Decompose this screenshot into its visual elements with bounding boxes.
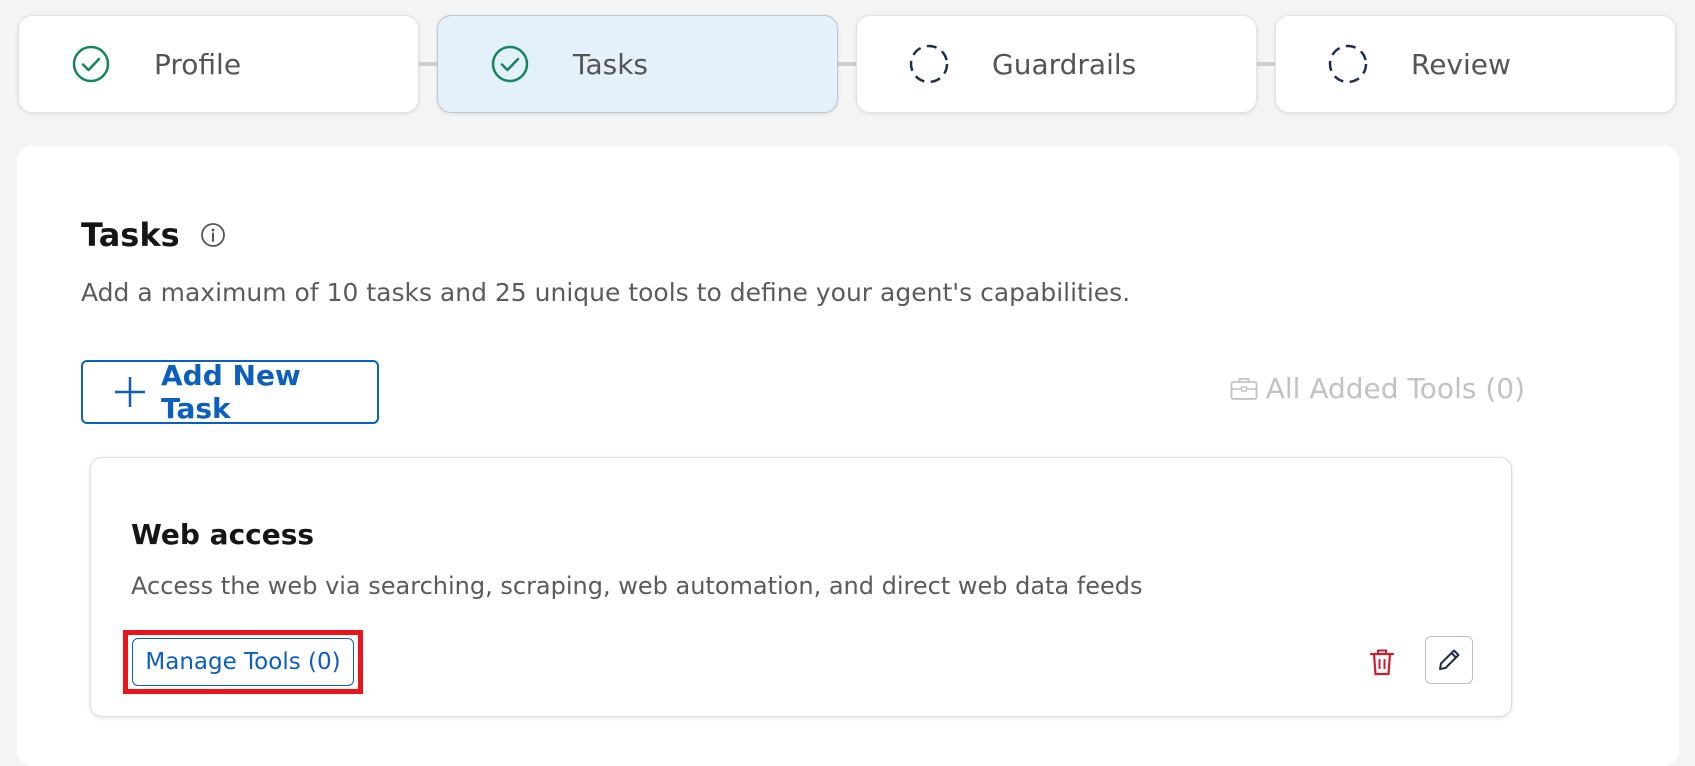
add-new-task-button[interactable]: Add New Task (81, 359, 379, 425)
manage-tools-button[interactable]: Manage Tools (0) (132, 638, 354, 686)
section-title: Tasks (81, 216, 180, 254)
tasks-panel: Tasks Add a maximum of 10 tasks and 25 u… (17, 146, 1679, 766)
step-review[interactable]: Review (1275, 15, 1676, 113)
check-circle-icon (71, 44, 111, 84)
all-added-tools-button[interactable]: All Added Tools (0) (1230, 372, 1525, 405)
dashed-circle-icon (909, 44, 949, 84)
plus-icon (113, 375, 147, 409)
all-added-tools-label: All Added Tools (0) (1265, 372, 1525, 405)
info-icon[interactable] (200, 222, 226, 248)
pencil-icon (1436, 647, 1462, 673)
task-name: Web access (131, 518, 315, 551)
edit-button[interactable] (1425, 636, 1473, 684)
task-description: Access the web via searching, scraping, … (131, 572, 1143, 600)
trash-icon[interactable] (1366, 646, 1398, 678)
section-header: Tasks (81, 216, 226, 254)
step-label: Guardrails (992, 47, 1137, 81)
step-guardrails[interactable]: Guardrails (856, 15, 1257, 113)
step-label: Profile (154, 47, 242, 81)
briefcase-icon (1230, 377, 1258, 401)
step-label: Review (1411, 47, 1511, 81)
step-profile[interactable]: Profile (18, 15, 419, 113)
section-description: Add a maximum of 10 tasks and 25 unique … (81, 278, 1131, 307)
dashed-circle-icon (1328, 44, 1368, 84)
step-tasks[interactable]: Tasks (437, 15, 838, 113)
add-new-task-label: Add New Task (161, 359, 301, 425)
check-circle-icon (490, 44, 530, 84)
stepper: Profile Tasks Guardrails Review (18, 15, 1678, 113)
task-card: Web access Access the web via searching,… (90, 457, 1512, 717)
step-label: Tasks (573, 47, 649, 81)
highlight-box: Manage Tools (0) (123, 630, 363, 694)
